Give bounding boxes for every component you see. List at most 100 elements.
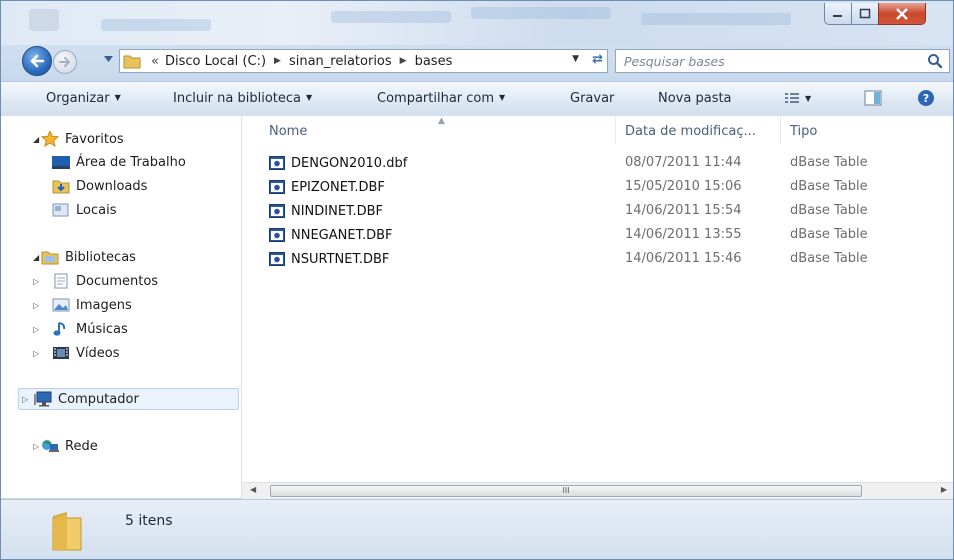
nav-music[interactable]: Músicas [52, 321, 128, 337]
breadcrumb-separator-icon[interactable]: ▶ [400, 56, 407, 66]
item-count: 5 itens [125, 513, 173, 529]
column-header-type[interactable]: Tipo [790, 124, 817, 139]
search-placeholder: Pesquisar bases [624, 54, 725, 69]
chevron-down-icon: ▼ [114, 93, 121, 102]
table-row[interactable]: EPIZONET.DBF 15/05/2010 15:06 dBase Tabl… [242, 175, 953, 199]
file-type: dBase Table [790, 203, 868, 218]
organize-label: Organizar [46, 91, 110, 106]
nav-downloads-label: Downloads [76, 178, 148, 194]
libraries-icon [41, 251, 59, 265]
nav-music-label: Músicas [76, 321, 128, 337]
dbf-file-icon [269, 180, 285, 194]
back-arrow-icon [30, 54, 45, 68]
scroll-right-icon[interactable]: ▶ [941, 485, 947, 494]
nav-network[interactable]: Rede [41, 438, 98, 454]
column-header-name[interactable]: Nome [269, 124, 307, 139]
nav-pictures[interactable]: Imagens [52, 297, 132, 313]
nav-documents[interactable]: Documentos [52, 273, 158, 289]
help-button[interactable]: ? [917, 89, 935, 111]
nav-libraries[interactable]: Bibliotecas [41, 249, 136, 265]
expand-arrow-icon[interactable]: ◢ [33, 135, 39, 144]
expand-arrow-icon[interactable]: ◢ [33, 253, 39, 262]
title-bar[interactable] [1, 1, 953, 45]
nav-desktop[interactable]: Área de Trabalho [52, 154, 186, 170]
file-date: 14/06/2011 13:55 [625, 227, 742, 242]
breadcrumb-separator-icon[interactable]: ▶ [274, 56, 281, 66]
folder-icon [123, 55, 141, 69]
nav-computer[interactable]: Computador [34, 391, 139, 407]
nav-computer-label: Computador [58, 391, 139, 407]
folder-icon [52, 512, 82, 551]
breadcrumb-disco-local[interactable]: Disco Local (C:) [165, 54, 266, 69]
search-input[interactable]: Pesquisar bases [615, 49, 950, 73]
dbf-file-icon [269, 204, 285, 218]
nav-recent-places[interactable]: Locais [52, 202, 116, 218]
table-row[interactable]: NSURTNET.DBF 14/06/2011 15:46 dBase Tabl… [242, 247, 953, 271]
include-library-button[interactable]: Incluir na biblioteca ▼ [173, 91, 312, 106]
recent-pages-dropdown[interactable] [104, 55, 113, 65]
network-icon [42, 440, 59, 452]
nav-libraries-label: Bibliotecas [65, 249, 136, 265]
aero-ghost [101, 19, 211, 31]
column-separator[interactable] [615, 116, 616, 144]
downloads-folder-icon [52, 180, 70, 194]
breadcrumb-bases[interactable]: bases [415, 54, 453, 69]
navigation-pane: ◢ Favoritos Área de Trabalho Downloads L… [1, 116, 242, 498]
nav-documents-label: Documentos [76, 273, 159, 289]
address-overflow[interactable]: « [151, 54, 159, 69]
chevron-down-icon [104, 56, 113, 62]
nav-favorites[interactable]: Favoritos [41, 131, 124, 147]
table-row[interactable]: DENGON2010.dbf 08/07/2011 11:44 dBase Ta… [242, 151, 953, 175]
collapsed-arrow-icon[interactable]: ▷ [33, 325, 39, 334]
collapsed-arrow-icon[interactable]: ▷ [33, 442, 39, 451]
column-separator[interactable] [780, 116, 781, 144]
file-name: NSURTNET.DBF [291, 251, 390, 267]
videos-icon [53, 347, 69, 359]
address-dropdown-icon[interactable]: ▼ [572, 54, 579, 64]
music-icon [53, 322, 66, 336]
documents-icon [54, 273, 68, 289]
address-bar[interactable]: « Disco Local (C:) ▶ sinan_relatorios ▶ … [119, 49, 608, 73]
aero-ghost [471, 7, 611, 19]
burn-button[interactable]: Gravar [570, 91, 614, 106]
collapsed-arrow-icon[interactable]: ▷ [33, 349, 39, 358]
pictures-icon [52, 298, 70, 312]
column-header-date[interactable]: Data de modificaç... [625, 124, 756, 139]
view-list-icon [785, 93, 799, 103]
recent-places-icon [52, 203, 69, 217]
new-folder-button[interactable]: Nova pasta [658, 91, 732, 106]
horizontal-scrollbar[interactable]: ◀ III ▶ [242, 482, 953, 500]
nav-videos-label: Vídeos [76, 345, 120, 361]
collapsed-arrow-icon[interactable]: ▷ [22, 395, 28, 404]
maximize-button[interactable] [851, 3, 879, 25]
nav-favorites-label: Favoritos [65, 131, 124, 147]
breadcrumb-sinan-relatorios[interactable]: sinan_relatorios [289, 54, 392, 69]
nav-downloads[interactable]: Downloads [52, 178, 147, 194]
view-options-button[interactable]: ▼ [784, 91, 811, 107]
computer-icon [34, 391, 52, 407]
file-list: Nome ▲ Data de modificaç... Tipo DENGON2… [242, 116, 953, 482]
file-type: dBase Table [790, 179, 868, 194]
file-name: NINDINET.DBF [291, 203, 384, 219]
search-icon[interactable] [927, 53, 943, 69]
include-library-label: Incluir na biblioteca [173, 91, 302, 106]
sort-ascending-icon: ▲ [438, 116, 445, 126]
scroll-left-icon[interactable]: ◀ [250, 485, 256, 494]
table-row[interactable]: NNEGANET.DBF 14/06/2011 13:55 dBase Tabl… [242, 223, 953, 247]
collapsed-arrow-icon[interactable]: ▷ [33, 277, 39, 286]
nav-videos[interactable]: Vídeos [52, 345, 119, 361]
scrollbar-thumb[interactable]: III [270, 485, 862, 497]
close-button[interactable] [878, 3, 926, 25]
collapsed-arrow-icon[interactable]: ▷ [33, 301, 39, 310]
back-button[interactable] [22, 46, 52, 76]
organize-button[interactable]: Organizar ▼ [46, 91, 121, 106]
minimize-button[interactable] [824, 3, 852, 25]
refresh-icon[interactable]: ⇄ [592, 52, 603, 67]
nav-pictures-label: Imagens [76, 297, 132, 313]
file-type: dBase Table [790, 251, 868, 266]
preview-pane-button[interactable] [864, 90, 882, 110]
table-row[interactable]: NINDINET.DBF 14/06/2011 15:54 dBase Tabl… [242, 199, 953, 223]
share-button[interactable]: Compartilhar com ▼ [377, 91, 505, 106]
file-type: dBase Table [790, 227, 868, 242]
forward-button[interactable] [53, 50, 77, 74]
